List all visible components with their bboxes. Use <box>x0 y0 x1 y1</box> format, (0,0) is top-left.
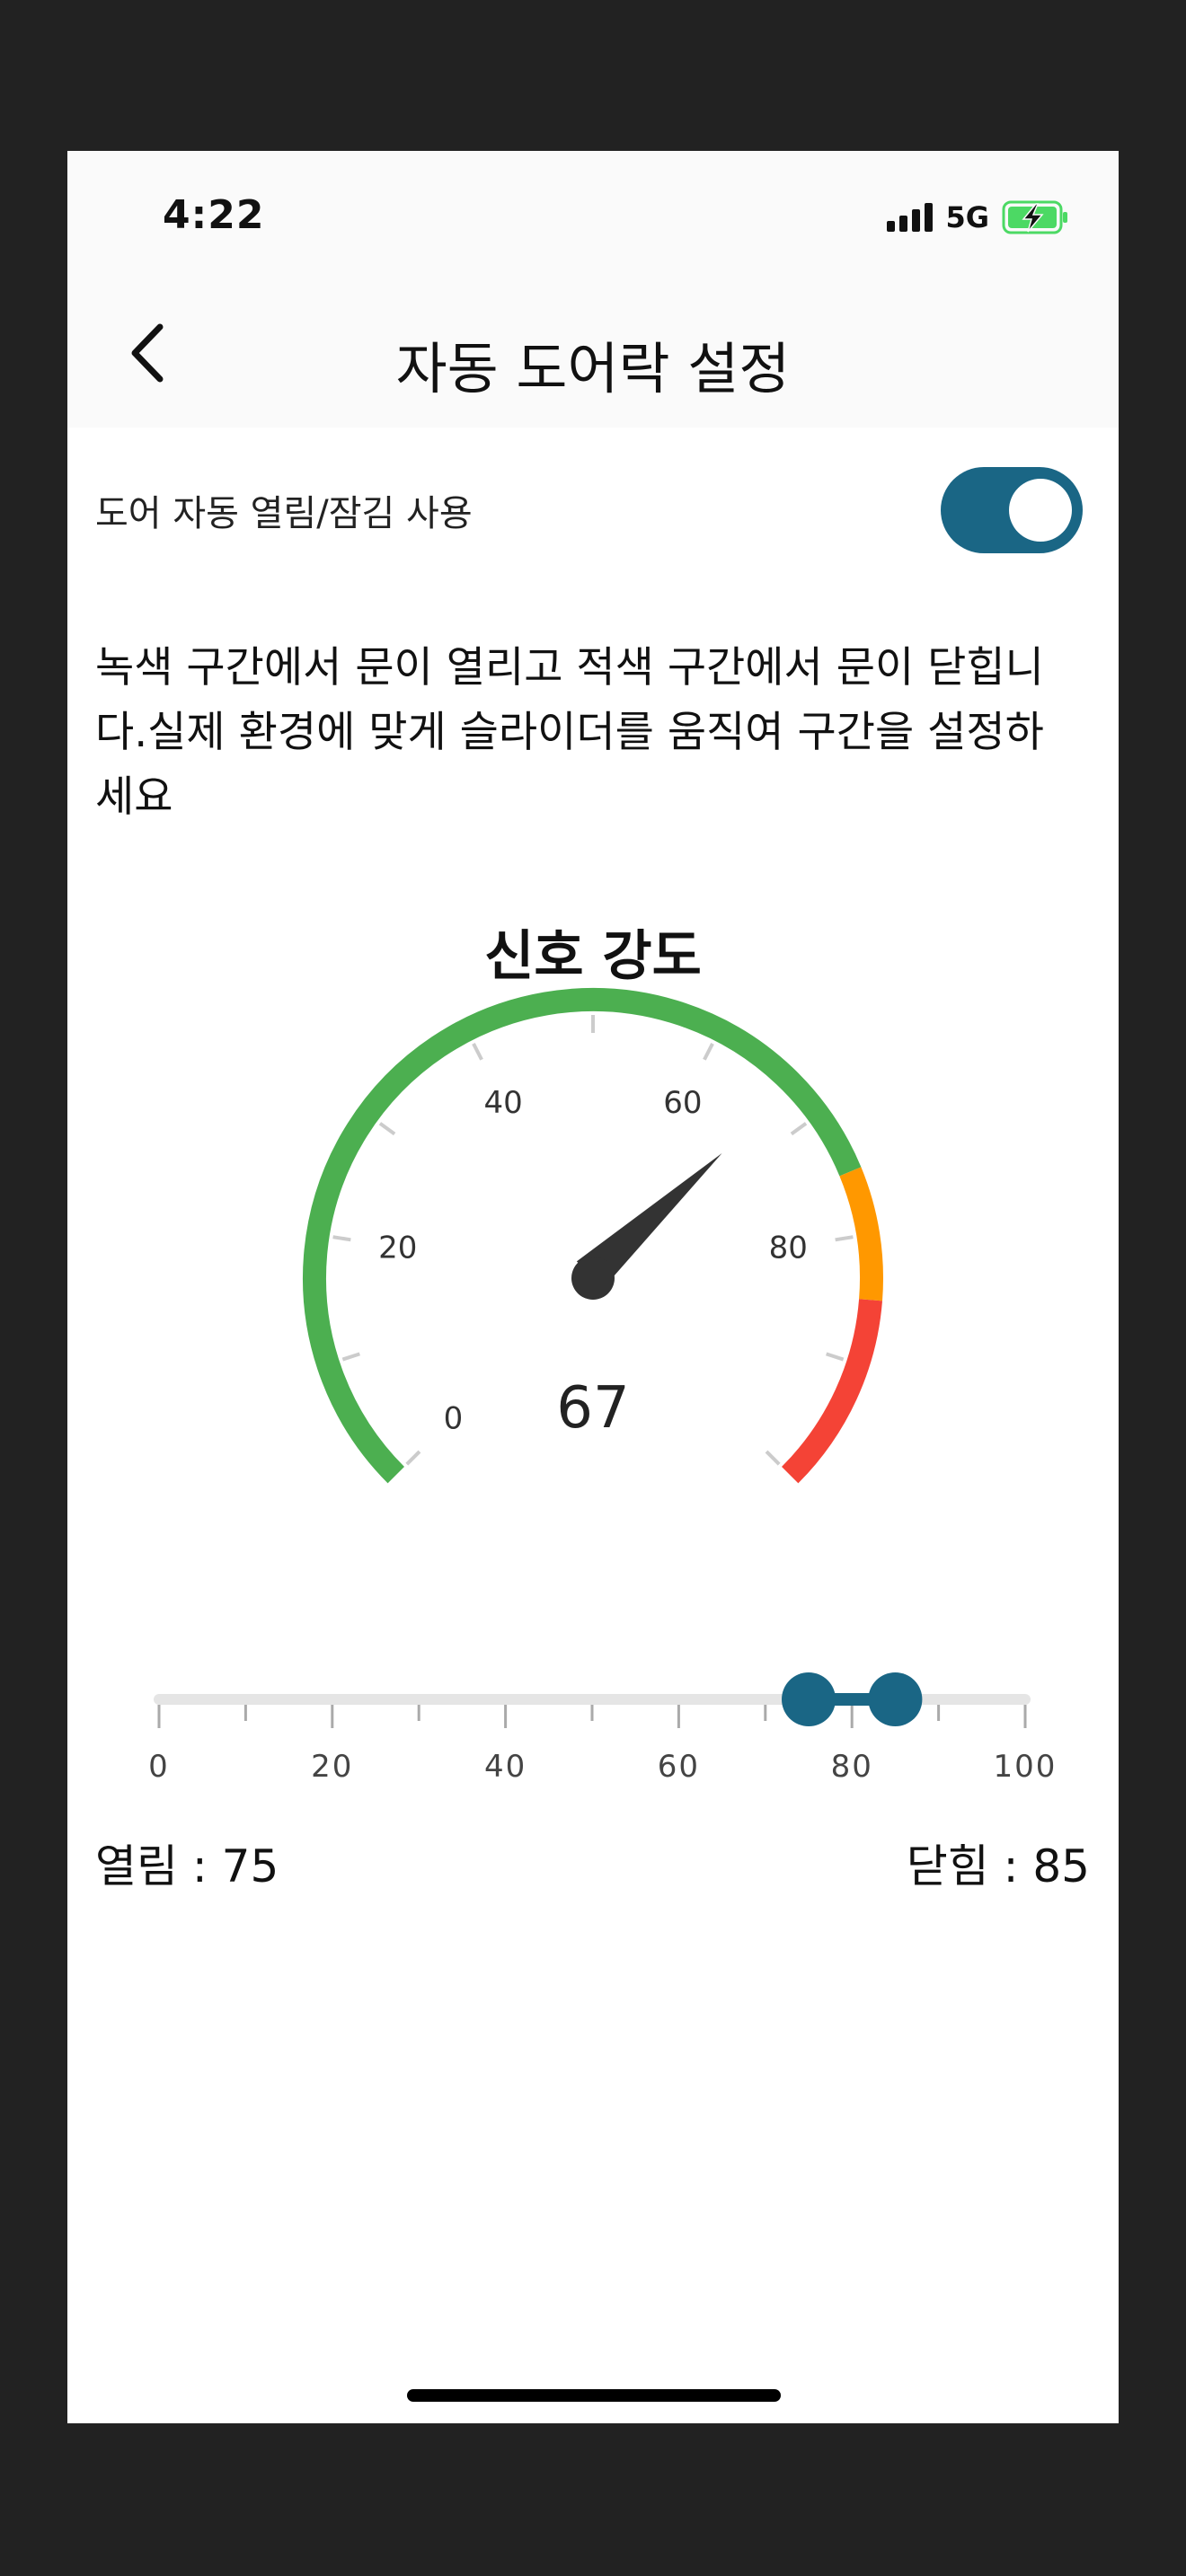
slider-tick-label: 40 <box>484 1749 527 1785</box>
slider-tick-label: 20 <box>311 1749 353 1785</box>
slider-tick-label: 0 <box>148 1749 170 1785</box>
home-indicator <box>407 2389 781 2402</box>
slider-tick-label: 100 <box>994 1749 1058 1785</box>
slider-open-handle[interactable] <box>782 1672 836 1726</box>
range-slider: 0 20 40 60 80 100 <box>148 1672 1058 1785</box>
slider-tick-label: 80 <box>831 1749 873 1785</box>
slider-close-handle[interactable] <box>868 1672 923 1726</box>
slider-tick-label: 60 <box>658 1749 700 1785</box>
open-threshold-label: 열림 : 75 <box>95 1840 279 1892</box>
close-threshold-label: 닫힘 : 85 <box>906 1840 1090 1892</box>
phone-screen: 4:22 5G 자동 도어락 설정 도어 자동 열림/잠김 사용 녹색 구간에서… <box>67 151 1119 2423</box>
